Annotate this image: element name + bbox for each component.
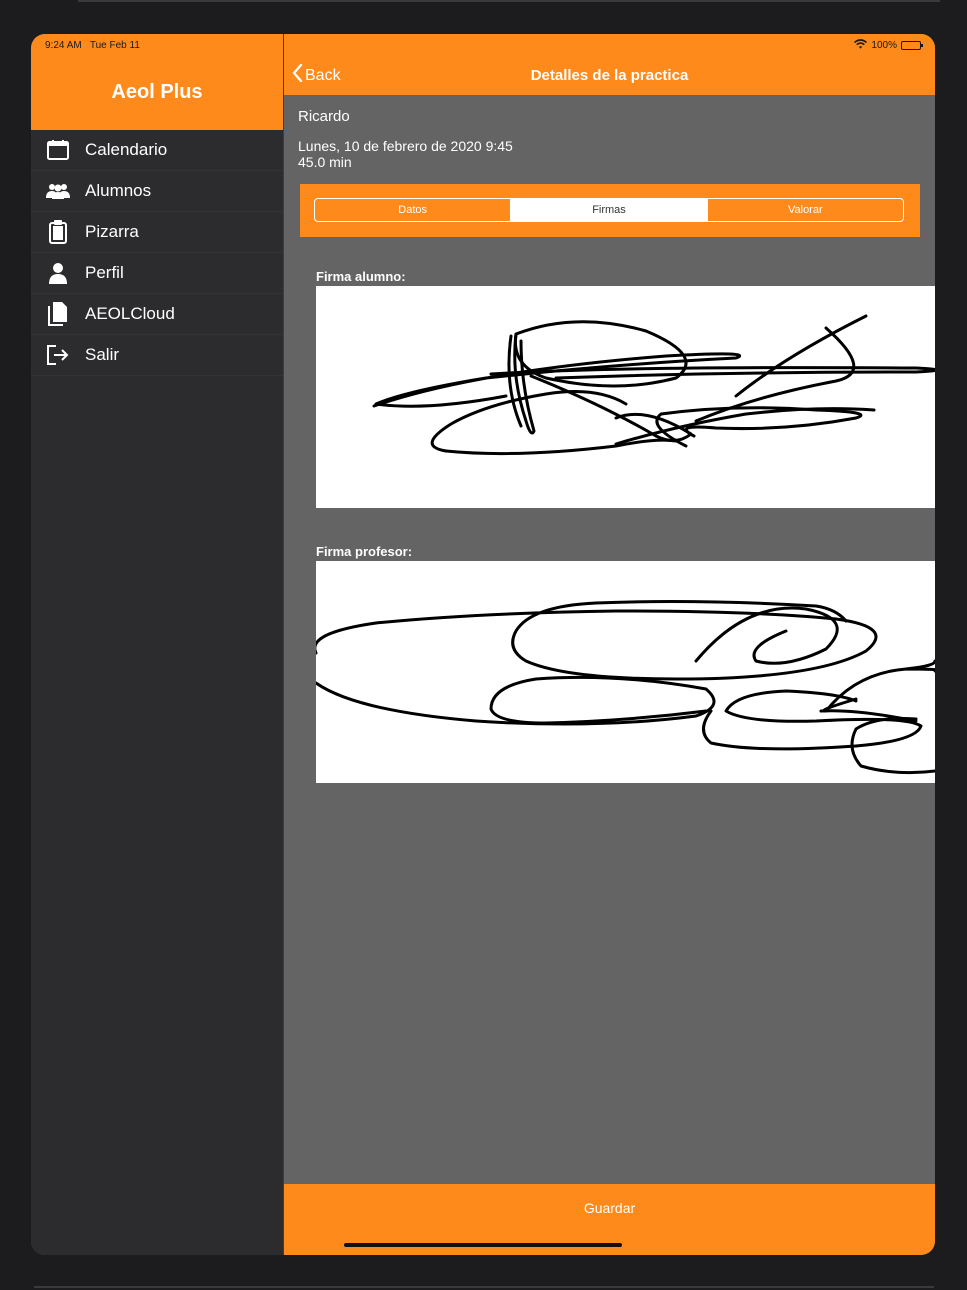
sidebar-item-label: Pizarra [85,222,139,241]
person-icon [45,260,71,286]
clipboard-icon [45,219,71,245]
sidebar-item-calendario[interactable]: Calendario [31,130,283,171]
save-button[interactable]: Guardar [284,1200,935,1216]
battery-percent: 100% [871,40,897,51]
status-clock: 9:24 AM [45,40,82,51]
logout-icon [45,342,71,368]
status-indicators: 100% [854,39,923,52]
sidebar-item-label: Perfil [85,263,124,282]
app-title: Aeol Plus [111,81,203,103]
student-name: Ricardo [298,108,350,125]
sidebar-menu: Calendario Alumnos Pizarra Perfil AEOLCl… [31,130,283,376]
battery-icon [901,41,923,50]
page-title: Detalles de la practica [530,67,689,84]
sidebar-item-alumnos[interactable]: Alumnos [31,171,283,212]
teacher-signature-label: Firma profesor: [316,544,413,559]
wifi-icon [854,39,868,52]
calendar-icon [45,137,71,163]
home-indicator [344,1243,622,1247]
top-edge-line [78,0,940,2]
segmented-control: Datos Firmas Valorar [314,198,904,222]
teacher-signature-drawing [316,600,935,775]
tab-valorar[interactable]: Valorar [706,199,903,221]
ipad-screen: 9:24 AM Tue Feb 11 Aeol Plus Calendario [31,34,935,1255]
segment-panel: Datos Firmas Valorar [300,184,920,237]
sidebar-item-label: Alumnos [85,181,152,200]
status-time: 9:24 AM Tue Feb 11 [45,40,140,51]
sidebar-item-label: Calendario [85,140,168,159]
sidebar-item-pizarra[interactable]: Pizarra [31,212,283,253]
student-signature-label: Firma alumno: [316,269,406,284]
detail-pane: 100% Back Detalles de la practica Ricard… [284,34,935,1255]
sidebar-item-label: AEOLCloud [85,304,175,323]
sidebar-item-perfil[interactable]: Perfil [31,253,283,294]
teacher-signature-pad[interactable] [316,561,935,783]
sidebar-item-aeolcloud[interactable]: AEOLCloud [31,294,283,335]
documents-icon [45,301,71,327]
sidebar-header: 9:24 AM Tue Feb 11 Aeol Plus [31,34,283,130]
practice-duration: 45.0 min [298,154,352,170]
bottom-toolbar: Guardar [284,1184,935,1255]
tab-datos[interactable]: Datos [315,199,510,221]
sidebar-item-label: Salir [85,345,120,364]
practice-datetime: Lunes, 10 de febrero de 2020 9:45 [298,138,513,154]
sidebar-item-salir[interactable]: Salir [31,335,283,376]
sidebar: 9:24 AM Tue Feb 11 Aeol Plus Calendario [31,34,283,1255]
users-icon [45,178,71,204]
navigation-bar: 100% Back Detalles de la practica [284,34,935,95]
student-signature-drawing [372,314,935,456]
bottom-edge-line [34,1286,934,1288]
student-signature-pad[interactable] [316,286,935,508]
tab-firmas[interactable]: Firmas [510,199,707,221]
status-date: Tue Feb 11 [89,40,140,51]
